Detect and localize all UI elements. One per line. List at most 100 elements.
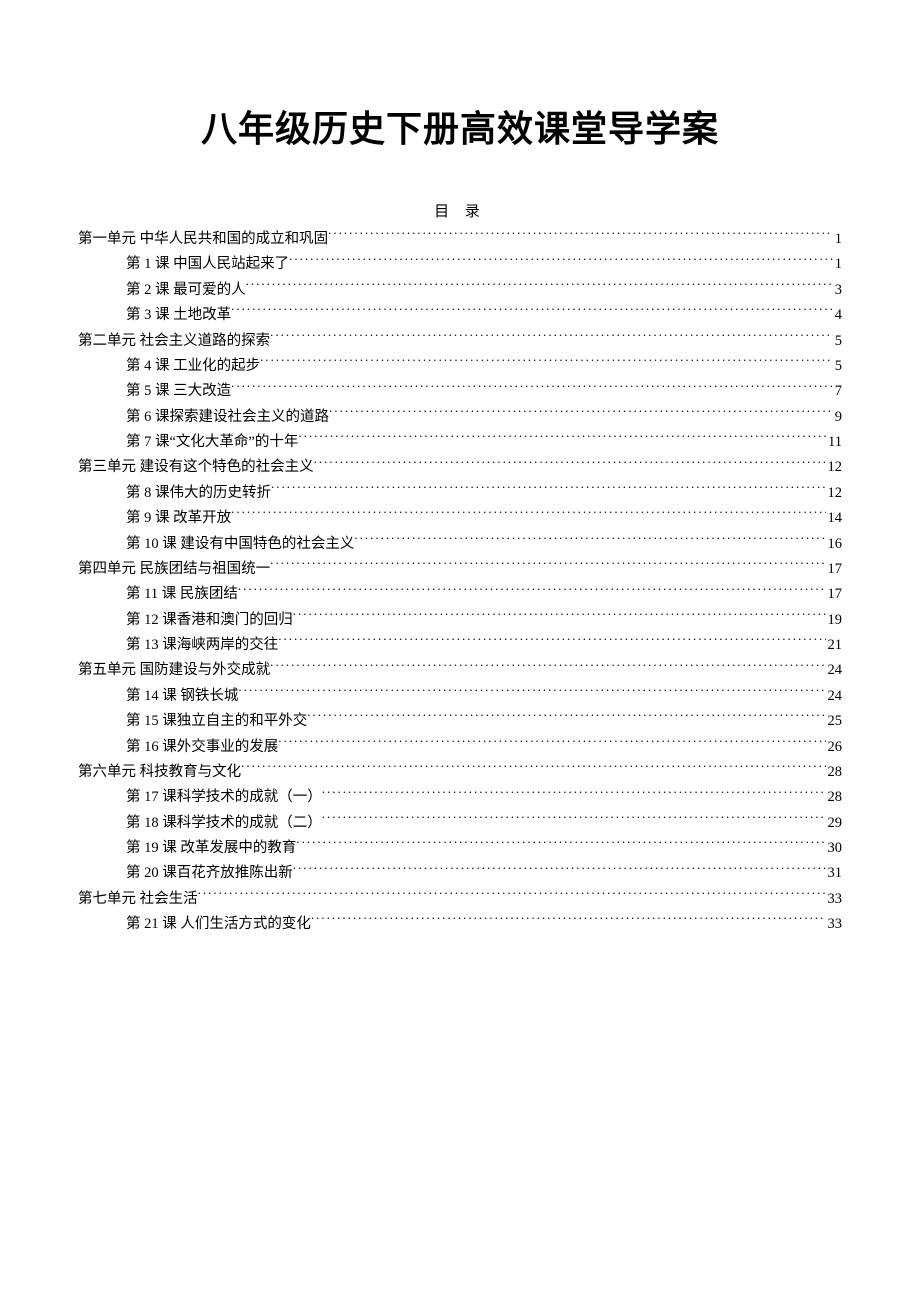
toc-entry-page: 12 — [826, 481, 843, 506]
toc-entry-page: 33 — [826, 887, 843, 912]
toc-leader-dots — [270, 330, 833, 345]
toc-entry[interactable]: 第 5 课 三大改造 7 — [78, 379, 842, 404]
toc-entry-label: 第 21 课 人们生活方式的变化 — [126, 912, 311, 937]
toc-leader-dots — [238, 685, 825, 700]
toc-leader-dots — [293, 863, 826, 878]
toc-leader-dots — [198, 888, 826, 903]
toc-leader-dots — [311, 914, 826, 929]
toc-entry-page: 11 — [826, 430, 842, 455]
toc-entry-page: 7 — [833, 379, 842, 404]
toc-entry[interactable]: 第 4 课 工业化的起步5 — [78, 354, 842, 379]
toc-leader-dots — [298, 432, 826, 447]
toc-leader-dots — [354, 533, 825, 548]
toc-entry[interactable]: 第 12 课香港和澳门的回归 19 — [78, 608, 842, 633]
toc-entry[interactable]: 第 6 课探索建设社会主义的道路9 — [78, 405, 842, 430]
toc-entry-page: 31 — [826, 861, 843, 886]
toc-entry-label: 第三单元 建设有这个特色的社会主义 — [78, 455, 314, 480]
toc-leader-dots — [278, 736, 825, 751]
toc-entry-label: 第 4 课 工业化的起步 — [126, 354, 260, 379]
toc-entry[interactable]: 第 3 课 土地改革 4 — [78, 303, 842, 328]
toc-entry[interactable]: 第 18 课科学技术的成就（二）29 — [78, 811, 842, 836]
toc-entry-page: 19 — [826, 608, 843, 633]
toc-entry-label: 第一单元 中华人民共和国的成立和巩固 — [78, 227, 328, 252]
toc-leader-dots — [328, 229, 833, 244]
toc-entry-page: 28 — [826, 760, 843, 785]
toc-entry-label: 第 5 课 三大改造 — [126, 379, 231, 404]
toc-entry[interactable]: 第 16 课外交事业的发展26 — [78, 735, 842, 760]
toc-leader-dots — [296, 838, 825, 853]
toc-entry-label: 第 19 课 改革发展中的教育 — [126, 836, 296, 861]
toc-entry[interactable]: 第 20 课百花齐放推陈出新 31 — [78, 861, 842, 886]
toc-entry-label: 第六单元 科技教育与文化 — [78, 760, 241, 785]
toc-entry-label: 第 15 课独立自主的和平外交 — [126, 709, 307, 734]
toc-entry-page: 5 — [833, 329, 842, 354]
toc-entry-label: 第 3 课 土地改革 — [126, 303, 231, 328]
toc-entry[interactable]: 第七单元 社会生活 33 — [78, 887, 842, 912]
toc-entry-page: 26 — [826, 735, 843, 760]
toc-entry[interactable]: 第 8 课伟大的历史转折 12 — [78, 481, 842, 506]
toc-entry[interactable]: 第四单元 民族团结与祖国统一17 — [78, 557, 842, 582]
toc-entry-page: 25 — [826, 709, 843, 734]
toc-entry-page: 33 — [826, 912, 843, 937]
toc-entry-label: 第 14 课 钢铁长城 — [126, 684, 238, 709]
toc-entry-label: 第 11 课 民族团结 — [126, 582, 238, 607]
toc-entry[interactable]: 第 19 课 改革发展中的教育 30 — [78, 836, 842, 861]
toc-leader-dots — [278, 635, 825, 650]
toc-entry-page: 4 — [833, 303, 842, 328]
toc-entry[interactable]: 第五单元 国防建设与外交成就 24 — [78, 658, 842, 683]
toc-entry-page: 24 — [826, 684, 843, 709]
toc-leader-dots — [322, 787, 826, 802]
toc-leader-dots — [322, 812, 826, 827]
toc-entry-page: 14 — [826, 506, 843, 531]
toc-entry-label: 第 9 课 改革开放 — [126, 506, 231, 531]
toc-entry-page: 17 — [826, 582, 843, 607]
toc-entry-label: 第 8 课伟大的历史转折 — [126, 481, 271, 506]
toc-entry[interactable]: 第 21 课 人们生活方式的变化 33 — [78, 912, 842, 937]
toc-heading: 目 录 — [78, 200, 842, 221]
toc-entry[interactable]: 第 14 课 钢铁长城 24 — [78, 684, 842, 709]
toc-leader-dots — [231, 508, 825, 523]
toc-entry-page: 17 — [826, 557, 843, 582]
table-of-contents: 第一单元 中华人民共和国的成立和巩固 1第 1 课 中国人民站起来了1第 2 课 … — [78, 227, 842, 938]
toc-entry[interactable]: 第 11 课 民族团结 17 — [78, 582, 842, 607]
toc-entry-page: 1 — [833, 227, 842, 252]
toc-entry[interactable]: 第六单元 科技教育与文化 28 — [78, 760, 842, 785]
toc-entry-label: 第 2 课 最可爱的人 — [126, 278, 246, 303]
toc-entry-page: 30 — [826, 836, 843, 861]
toc-entry-page: 1 — [833, 252, 842, 277]
toc-entry-label: 第 10 课 建设有中国特色的社会主义 — [126, 532, 354, 557]
toc-entry-label: 第 12 课香港和澳门的回归 — [126, 608, 293, 633]
toc-entry-page: 16 — [826, 532, 843, 557]
toc-entry[interactable]: 第 7 课“文化大革命”的十年11 — [78, 430, 842, 455]
toc-entry-page: 21 — [826, 633, 843, 658]
toc-entry[interactable]: 第 2 课 最可爱的人 3 — [78, 278, 842, 303]
toc-entry[interactable]: 第 13 课海峡两岸的交往 21 — [78, 633, 842, 658]
toc-entry-page: 29 — [826, 811, 843, 836]
toc-entry-page: 12 — [826, 455, 843, 480]
toc-entry-label: 第 13 课海峡两岸的交往 — [126, 633, 278, 658]
toc-leader-dots — [329, 406, 833, 421]
toc-entry-label: 第七单元 社会生活 — [78, 887, 198, 912]
toc-entry-label: 第五单元 国防建设与外交成就 — [78, 658, 270, 683]
toc-entry[interactable]: 第二单元 社会主义道路的探索5 — [78, 329, 842, 354]
toc-entry[interactable]: 第三单元 建设有这个特色的社会主义 12 — [78, 455, 842, 480]
toc-leader-dots — [260, 355, 833, 370]
document-title: 八年级历史下册高效课堂导学案 — [78, 100, 842, 152]
toc-entry[interactable]: 第 9 课 改革开放 14 — [78, 506, 842, 531]
toc-entry-page: 3 — [833, 278, 842, 303]
toc-leader-dots — [293, 609, 826, 624]
toc-leader-dots — [238, 584, 826, 599]
toc-entry[interactable]: 第一单元 中华人民共和国的成立和巩固 1 — [78, 227, 842, 252]
toc-leader-dots — [241, 761, 825, 776]
toc-entry-label: 第 20 课百花齐放推陈出新 — [126, 861, 293, 886]
toc-entry[interactable]: 第 17 课科学技术的成就（一）28 — [78, 785, 842, 810]
toc-leader-dots — [270, 558, 825, 573]
toc-entry[interactable]: 第 15 课独立自主的和平外交 25 — [78, 709, 842, 734]
toc-entry-page: 24 — [826, 658, 843, 683]
toc-leader-dots — [246, 279, 833, 294]
toc-entry[interactable]: 第 1 课 中国人民站起来了1 — [78, 252, 842, 277]
toc-leader-dots — [231, 305, 833, 320]
toc-leader-dots — [289, 254, 833, 269]
toc-leader-dots — [270, 660, 825, 675]
toc-entry[interactable]: 第 10 课 建设有中国特色的社会主义 16 — [78, 532, 842, 557]
